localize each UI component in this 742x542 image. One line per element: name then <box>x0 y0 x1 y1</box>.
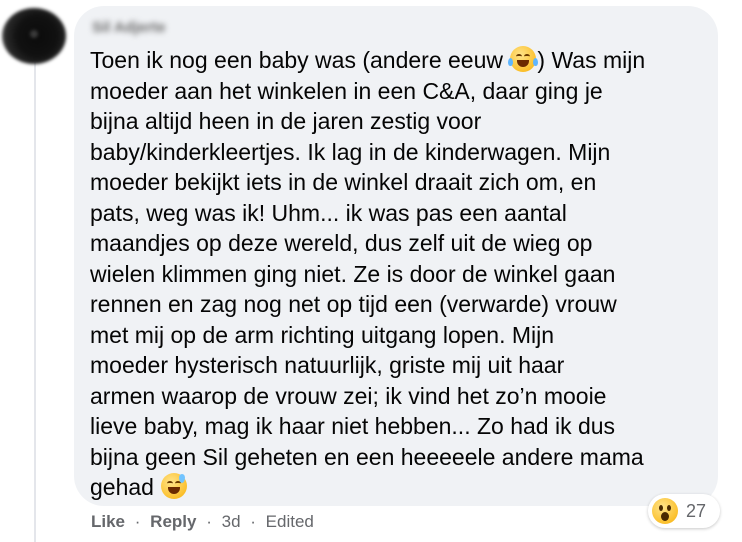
comment-line: bijna geen Sil geheten en een heeeeele a… <box>90 442 710 473</box>
comment-text-segment: bijna geen Sil geheten en een heeeeele a… <box>90 443 644 470</box>
comment-line: bijna altijd heen in de jaren zestig voo… <box>90 106 710 137</box>
reactions-badge[interactable]: 27 <box>648 494 720 528</box>
comment-line: moeder bekijkt iets in de winkel draait … <box>90 167 710 198</box>
grinning-face-with-sweat-emoji-icon <box>161 473 188 499</box>
comment-text-segment: maandjes op deze wereld, dus zelf uit de… <box>90 230 593 256</box>
comment-line: wielen klimmen ging niet. Ze is door de … <box>90 259 710 290</box>
thread-line <box>34 62 36 542</box>
comment-text-segment: armen waarop de vrouw zei; ik vind het z… <box>90 382 607 409</box>
comment-line: moeder hysterisch natuurlijk, griste mij… <box>90 350 710 381</box>
comment-line: lieve baby, mag ik haar niet hebben... Z… <box>90 411 710 442</box>
wow-reaction-icon <box>652 498 678 524</box>
separator: · <box>134 512 141 531</box>
separator: · <box>250 512 256 531</box>
comment-text-segment: moeder aan het winkelen in een C&A, daar… <box>90 77 603 104</box>
reaction-count: 27 <box>686 500 707 521</box>
avatar-image <box>30 30 38 38</box>
comment-actions: Like · Reply · 3d · Edited <box>91 512 314 532</box>
reply-button[interactable]: Reply <box>150 512 196 531</box>
face-with-tears-of-joy-emoji-icon <box>508 46 539 72</box>
comment-line: moeder aan het winkelen in een C&A, daar… <box>90 76 710 107</box>
edited-label[interactable]: Edited <box>266 512 314 531</box>
comment-line: pats, weg was ik! Uhm... ik was pas een … <box>90 198 710 229</box>
comment-line: rennen en zag nog net op tijd een (verwa… <box>90 289 710 320</box>
like-button[interactable]: Like <box>91 512 125 531</box>
author-name[interactable]: Sil Adjerte <box>92 19 166 36</box>
comment-text-segment: baby/kinderkleertjes. Ik lag in de kinde… <box>90 138 611 165</box>
comment-text-segment: Toen ik nog een baby was (andere eeuw <box>90 47 510 73</box>
comment-text-segment: moeder bekijkt iets in de winkel draait … <box>90 169 597 195</box>
comment-text-segment: wielen klimmen ging niet. Ze is door de … <box>90 260 616 287</box>
comment-line: maandjes op deze wereld, dus zelf uit de… <box>90 228 710 259</box>
comment-text-segment: rennen en zag nog net op tijd een (verwa… <box>90 291 617 317</box>
avatar[interactable] <box>2 8 66 64</box>
separator: · <box>206 512 212 531</box>
comment-line: met mij op de arm richting uitgang lopen… <box>90 320 710 351</box>
comment-text: Toen ik nog een baby was (andere eeuw ) … <box>90 45 710 503</box>
comment-line: baby/kinderkleertjes. Ik lag in de kinde… <box>90 137 710 168</box>
comment-text-segment: bijna altijd heen in de jaren zestig voo… <box>90 108 482 134</box>
comment-text-segment: pats, weg was ik! Uhm... ik was pas een … <box>90 199 567 226</box>
comment-line: Toen ik nog een baby was (andere eeuw ) … <box>90 45 710 76</box>
comment-text-segment: gehad <box>90 474 161 500</box>
comment-text-segment: lieve baby, mag ik haar niet hebben... Z… <box>90 413 616 439</box>
comment-text-segment: met mij op de arm richting uitgang lopen… <box>90 321 555 348</box>
comment-text-segment: moeder hysterisch natuurlijk, griste mij… <box>90 352 565 378</box>
comment-line: gehad <box>90 472 710 503</box>
comment-line: armen waarop de vrouw zei; ik vind het z… <box>90 381 710 412</box>
comment-text-segment: ) Was mijn <box>537 47 646 73</box>
timestamp-link[interactable]: 3d <box>222 512 241 531</box>
